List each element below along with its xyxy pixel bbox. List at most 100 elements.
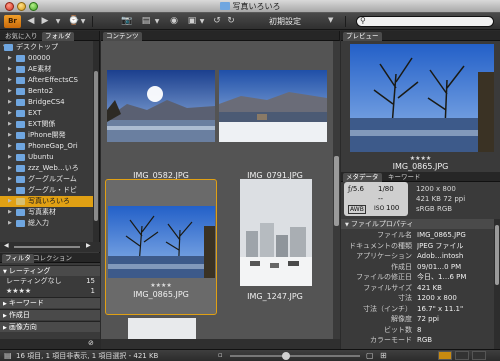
- triangle-right-icon[interactable]: ▶: [8, 108, 12, 119]
- property-value[interactable]: 09/01…0 PM: [417, 262, 494, 272]
- folder-tree-item[interactable]: ▶ EXT: [0, 108, 93, 119]
- content-scrollbar[interactable]: [333, 41, 340, 339]
- back-arrow-icon[interactable]: ◀: [26, 16, 36, 27]
- triangle-right-icon[interactable]: ▶: [8, 64, 12, 75]
- preview-rating-stars[interactable]: ★★★★: [341, 155, 500, 162]
- folder-tree-item[interactable]: ▶ グーグルズーム: [0, 174, 93, 185]
- slider-knob[interactable]: [282, 352, 290, 360]
- thumbnail-item[interactable]: IMG_1247.JPG: [219, 179, 331, 315]
- panel-toggle-icon[interactable]: ▤: [4, 351, 12, 360]
- triangle-right-icon[interactable]: ▶: [8, 86, 12, 97]
- folder-tree-item[interactable]: ▶ グーグル・ドビ: [0, 185, 93, 196]
- folder-tree-item[interactable]: ▶ BridgeCS4: [0, 97, 93, 108]
- tab-folders[interactable]: フォルダ: [42, 32, 74, 41]
- triangle-right-icon[interactable]: ▶: [8, 218, 12, 229]
- triangle-right-icon[interactable]: ▶: [8, 207, 12, 218]
- thumbnail-size-slider[interactable]: [230, 355, 360, 357]
- tab-favorites[interactable]: お気に入り: [2, 32, 41, 41]
- triangle-right-icon[interactable]: ▶: [8, 97, 12, 108]
- property-value[interactable]: 421 KB: [417, 283, 494, 293]
- rating-stars[interactable]: ★★★★: [106, 282, 216, 289]
- property-value[interactable]: 8: [417, 325, 494, 335]
- folder-tree-item[interactable]: ▶ 総入力: [0, 218, 93, 229]
- open-in-camera-raw-icon[interactable]: ◉: [168, 16, 180, 27]
- property-value[interactable]: JPEG ファイル: [417, 241, 494, 251]
- scroll-thumb[interactable]: [94, 71, 98, 221]
- thumbnail-item[interactable]: IMG_0582.JPG: [105, 58, 217, 194]
- horizontal-scrollbar[interactable]: [14, 246, 80, 248]
- view-details-button[interactable]: [455, 351, 469, 360]
- property-value[interactable]: Adob…intosh: [417, 251, 494, 261]
- property-value[interactable]: 16.7" x 11.1": [417, 304, 494, 314]
- folder-tree-scrollbar[interactable]: [93, 41, 99, 242]
- folder-tree-item[interactable]: ▶ PhoneGap_Ori: [0, 141, 93, 152]
- forward-arrow-icon[interactable]: ▶: [40, 16, 50, 27]
- folder-tree-item-selected[interactable]: ▶ 写真いろいろ: [0, 196, 93, 207]
- view-thumbnails-button[interactable]: [438, 351, 452, 360]
- folder-tree-item[interactable]: ▼デスクトップ: [0, 42, 93, 53]
- rotate-right-icon[interactable]: ↻: [226, 16, 236, 27]
- property-value[interactable]: 今日、1…6 PM: [417, 272, 494, 282]
- tab-keywords[interactable]: キーワード: [385, 173, 424, 182]
- property-value[interactable]: IMG_0865.JPG: [417, 230, 494, 240]
- filter-section-date-created[interactable]: ▶ 作成日: [0, 309, 100, 320]
- triangle-right-icon[interactable]: ▶: [8, 152, 12, 163]
- file-properties-header[interactable]: ▼ ファイルプロパティ: [341, 219, 494, 229]
- thumbnail-partial[interactable]: [128, 318, 196, 339]
- folder-tree-item[interactable]: ▶ AE素材: [0, 64, 93, 75]
- filter-section-keywords[interactable]: ▶ キーワード: [0, 297, 100, 308]
- thumbnail-item[interactable]: IMG_0791.JPG: [219, 58, 331, 194]
- folder-tree-item[interactable]: ▶ 00000: [0, 53, 93, 64]
- folder-tree-item[interactable]: ▶ Ubuntu: [0, 152, 93, 163]
- triangle-right-icon[interactable]: ▶: [8, 196, 12, 207]
- chevron-down-icon[interactable]: ▼: [54, 16, 62, 27]
- right-arrow-icon[interactable]: ▶: [86, 242, 91, 249]
- workspace-label[interactable]: 初期設定: [250, 16, 320, 27]
- zoom-out-icon[interactable]: ▫: [218, 351, 223, 359]
- scroll-thumb[interactable]: [334, 156, 339, 226]
- search-input[interactable]: ⚲: [356, 16, 494, 27]
- folder-tree-item[interactable]: ▶ Bento2: [0, 86, 93, 97]
- lock-icon[interactable]: ⊞: [380, 351, 387, 360]
- refine-icon[interactable]: ▤: [140, 16, 152, 27]
- output-icon[interactable]: ▣: [186, 16, 198, 27]
- view-list-button[interactable]: [472, 351, 486, 360]
- folder-tree-item[interactable]: ▶ AfterEffectsCS: [0, 75, 93, 86]
- filter-row[interactable]: レーティングなし 15: [0, 276, 100, 286]
- rotate-left-icon[interactable]: ↺: [212, 16, 222, 27]
- tab-content[interactable]: コンテンツ: [103, 32, 142, 41]
- folder-tree-item[interactable]: ▶ iPhone開発: [0, 130, 93, 141]
- filter-section-rating[interactable]: ▼ レーティング: [0, 265, 100, 276]
- metadata-scrollbar[interactable]: [494, 219, 500, 349]
- triangle-right-icon[interactable]: ▶: [8, 141, 12, 152]
- triangle-right-icon[interactable]: ▶: [8, 75, 12, 86]
- property-value[interactable]: RGB: [417, 335, 494, 345]
- tab-collections[interactable]: コレクション: [30, 254, 75, 263]
- triangle-right-icon[interactable]: ▶: [8, 163, 12, 174]
- triangle-right-icon[interactable]: ▶: [8, 53, 12, 64]
- thumbnail-item-selected[interactable]: ★★★★ IMG_0865.JPG: [105, 179, 217, 315]
- scroll-thumb[interactable]: [495, 225, 499, 285]
- filter-section-orientation[interactable]: ▶ 画像方向: [0, 321, 100, 332]
- recent-folders-icon[interactable]: ⌚: [68, 16, 79, 27]
- chevron-down-icon[interactable]: ▼: [154, 16, 160, 27]
- triangle-right-icon[interactable]: ▶: [8, 119, 12, 130]
- tab-preview[interactable]: プレビュー: [343, 32, 382, 41]
- chevron-down-icon[interactable]: ▼: [328, 16, 333, 24]
- preview-image[interactable]: [350, 44, 494, 152]
- zoom-in-icon[interactable]: ▢: [366, 351, 374, 360]
- left-arrow-icon[interactable]: ◀: [4, 242, 9, 249]
- triangle-right-icon[interactable]: ▶: [8, 130, 12, 141]
- property-value[interactable]: 72 ppi: [417, 314, 494, 324]
- chevron-down-icon[interactable]: ▼: [80, 16, 86, 27]
- camera-import-icon[interactable]: 📷: [120, 16, 134, 27]
- folder-tree-item[interactable]: ▶ 写真素材: [0, 207, 93, 218]
- triangle-right-icon[interactable]: ▶: [8, 185, 12, 196]
- tab-metadata[interactable]: メタデータ: [343, 173, 382, 182]
- filter-row[interactable]: ★★★★ 1: [0, 286, 100, 296]
- bridge-logo[interactable]: Br: [4, 15, 21, 28]
- triangle-right-icon[interactable]: ▶: [8, 174, 12, 185]
- folder-tree-item[interactable]: ▶ zzz_Web…いろ: [0, 163, 93, 174]
- property-value[interactable]: 1200 x 800: [417, 293, 494, 303]
- chevron-down-icon[interactable]: ▼: [199, 16, 205, 27]
